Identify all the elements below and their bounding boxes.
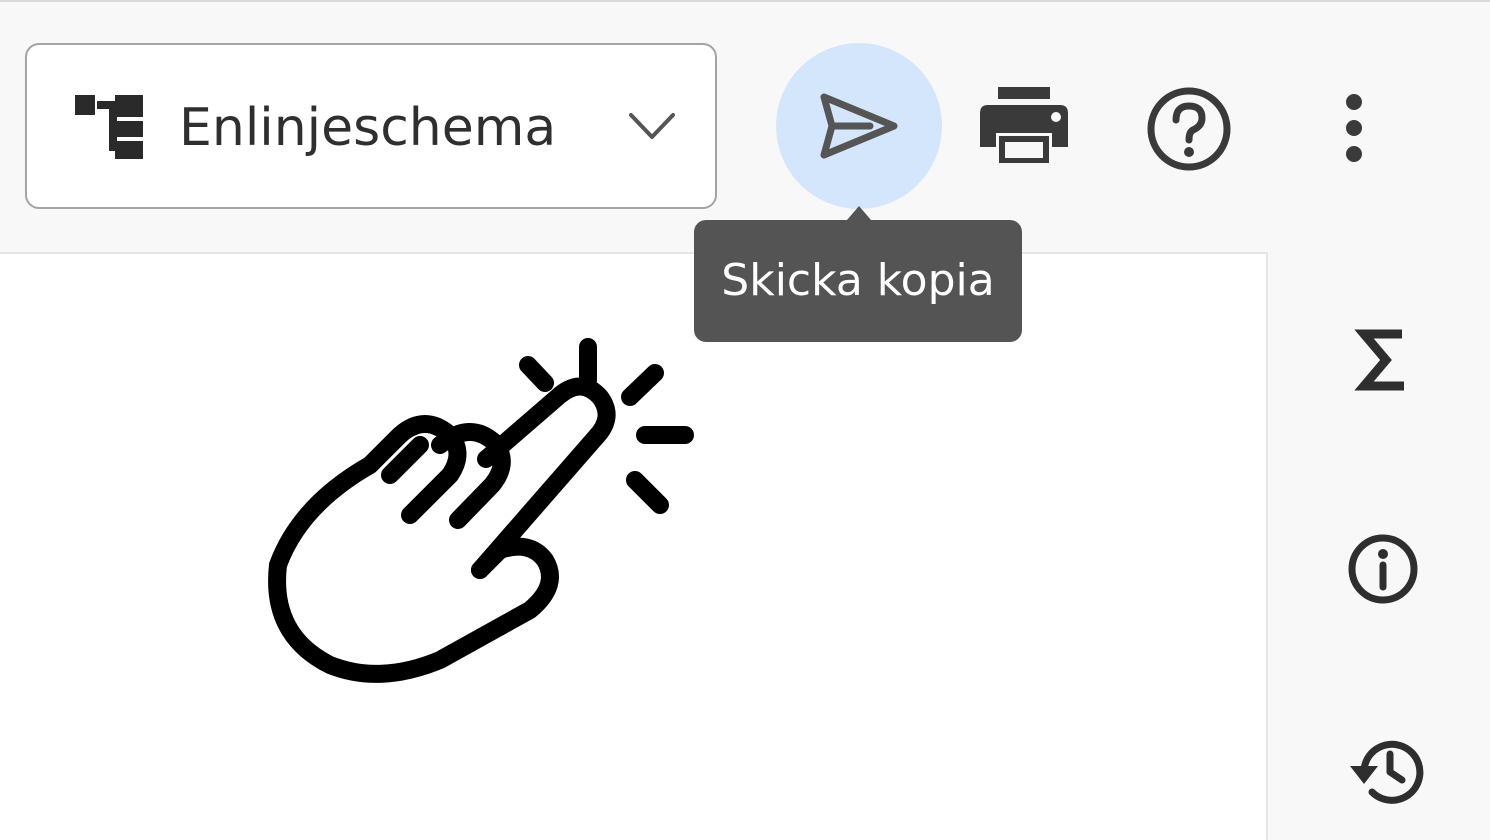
tooltip-arrow: [847, 206, 871, 220]
history-icon: [1350, 740, 1424, 804]
sigma-icon: [1354, 329, 1404, 391]
help-button[interactable]: [1146, 86, 1232, 172]
send-copy-button[interactable]: [776, 43, 942, 209]
view-select-dropdown[interactable]: Enlinjeschema: [25, 43, 717, 209]
send-icon: [820, 93, 898, 159]
summary-button[interactable]: [1354, 328, 1414, 392]
more-options-button[interactable]: [1336, 92, 1372, 164]
tap-hand-icon: [268, 338, 694, 683]
help-icon: [1147, 87, 1231, 171]
tooltip: Skicka kopia: [694, 220, 1022, 342]
print-icon: [980, 87, 1068, 164]
hierarchy-tree-icon: [75, 95, 143, 159]
history-button[interactable]: [1344, 736, 1424, 806]
view-select-label: Enlinjeschema: [179, 98, 557, 158]
chevron-down-icon: [629, 113, 675, 139]
info-button[interactable]: [1346, 532, 1420, 606]
toolbar: Enlinjeschema: [0, 2, 1490, 252]
info-icon: [1348, 534, 1418, 604]
more-vertical-icon: [1346, 94, 1362, 162]
print-button[interactable]: [978, 87, 1070, 164]
